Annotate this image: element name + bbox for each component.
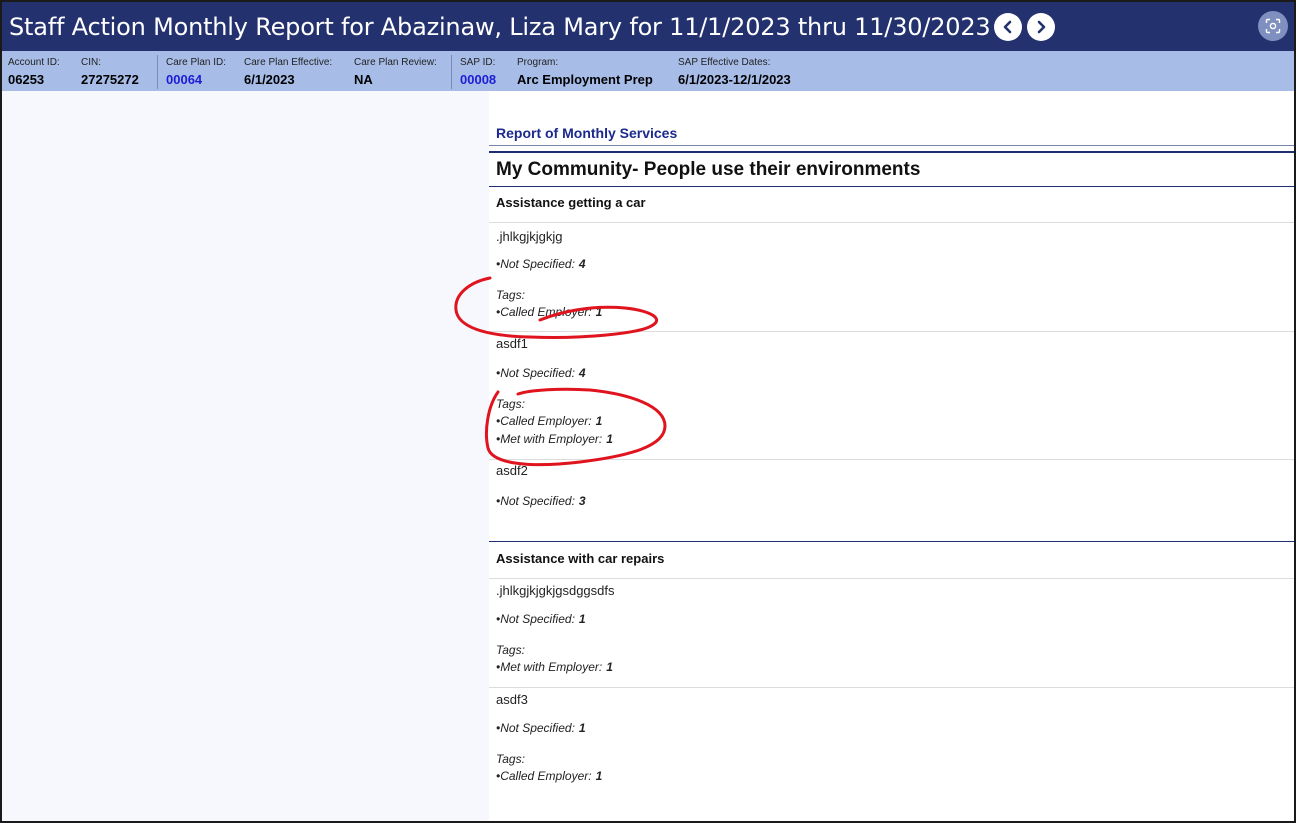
divider	[489, 331, 1294, 332]
care-plan-id-link[interactable]: 00064	[166, 72, 202, 87]
account-id-value: 06253	[8, 72, 45, 87]
list-item: asdf2	[496, 463, 528, 478]
screen-capture-button[interactable]	[1258, 11, 1288, 41]
previous-month-button[interactable]	[994, 13, 1022, 41]
divider	[489, 186, 1294, 187]
cin-value: 27275272	[81, 72, 139, 87]
screen-capture-icon	[1265, 18, 1281, 34]
divider	[489, 222, 1294, 223]
next-month-button[interactable]	[1027, 13, 1055, 41]
not-specified-count: •Not Specified: 1	[496, 721, 586, 735]
category-title: My Community- People use their environme…	[496, 159, 921, 180]
not-specified-count: •Not Specified: 3	[496, 494, 586, 508]
tag-count: •Called Employer: 1	[496, 305, 603, 319]
program-value: Arc Employment Prep	[517, 72, 653, 87]
not-specified-count: •Not Specified: 4	[496, 366, 586, 380]
report-window: Staff Action Monthly Report for Abazinaw…	[0, 0, 1296, 823]
tags-label: Tags:	[496, 397, 525, 411]
report-heading: Report of Monthly Services	[496, 125, 678, 141]
tag-count: •Called Employer: 1	[496, 414, 603, 428]
list-item: asdf1	[496, 336, 528, 351]
tag-count: •Met with Employer: 1	[496, 432, 613, 446]
tags-label: Tags:	[496, 288, 525, 302]
tag-count: •Met with Employer: 1	[496, 660, 613, 674]
service-title: Assistance with car repairs	[496, 551, 665, 566]
divider	[157, 55, 158, 89]
chevron-left-icon	[1003, 20, 1012, 34]
divider	[489, 151, 1294, 153]
client-info-bar: Account ID: 06253 CIN: 27275272 Care Pla…	[2, 51, 1294, 91]
tag-count: •Called Employer: 1	[496, 769, 603, 783]
list-item: .jhlkgjkjgkjg	[496, 229, 563, 244]
page-title: Staff Action Monthly Report for Abazinaw…	[9, 13, 991, 41]
sap-effective-dates-value: 6/1/2023-12/1/2023	[678, 72, 791, 87]
report-content: Report of Monthly Services My Community-…	[489, 91, 1294, 821]
care-plan-effective-value: 6/1/2023	[244, 72, 295, 87]
list-item: .jhlkgjkjgkjgsdggsdfs	[496, 583, 615, 598]
divider	[489, 459, 1294, 460]
service-title: Assistance getting a car	[496, 195, 646, 210]
title-bar: Staff Action Monthly Report for Abazinaw…	[2, 2, 1294, 51]
divider	[489, 541, 1294, 542]
not-specified-count: •Not Specified: 1	[496, 612, 586, 626]
left-panel	[2, 91, 489, 821]
divider	[489, 687, 1294, 688]
care-plan-review-value: NA	[354, 72, 373, 87]
tags-label: Tags:	[496, 752, 525, 766]
sap-id-link[interactable]: 00008	[460, 72, 496, 87]
list-item: asdf3	[496, 692, 528, 707]
tags-label: Tags:	[496, 643, 525, 657]
divider	[451, 55, 452, 89]
divider	[489, 578, 1294, 579]
not-specified-count: •Not Specified: 4	[496, 257, 586, 271]
divider	[489, 145, 1294, 146]
chevron-right-icon	[1037, 20, 1046, 34]
